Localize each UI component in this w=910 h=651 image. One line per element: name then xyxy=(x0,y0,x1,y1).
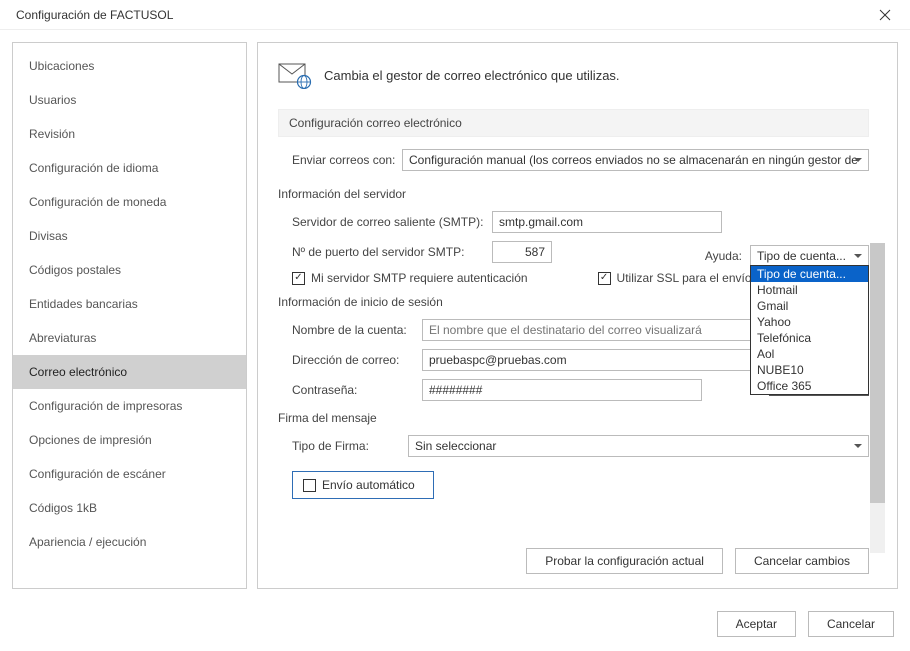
dropdown-option-tipo[interactable]: Tipo de cuenta... xyxy=(751,266,868,282)
sidebar-item-ubicaciones[interactable]: Ubicaciones xyxy=(13,49,246,83)
dropdown-option-yahoo[interactable]: Yahoo xyxy=(751,314,868,330)
ssl-label: Utilizar SSL para el envío de xyxy=(617,271,769,285)
signature-type-value: Sin seleccionar xyxy=(415,439,496,453)
send-with-row: Enviar correos con: Configuración manual… xyxy=(278,149,869,171)
server-info-title: Información del servidor xyxy=(278,187,869,201)
dropdown-option-hotmail[interactable]: Hotmail xyxy=(751,282,868,298)
scrollbar[interactable] xyxy=(870,243,885,553)
send-with-value: Configuración manual (los correos enviad… xyxy=(409,153,858,167)
dropdown-option-telefonica[interactable]: Telefónica xyxy=(751,330,868,346)
sidebar-item-opciones-impresion[interactable]: Opciones de impresión xyxy=(13,423,246,457)
auto-send-box[interactable]: Envío automático xyxy=(292,471,434,499)
main-panel: Cambia el gestor de correo electrónico q… xyxy=(257,42,898,589)
smtp-server-row: Servidor de correo saliente (SMTP): xyxy=(278,211,869,233)
test-config-button[interactable]: Probar la configuración actual xyxy=(526,548,723,574)
signature-title: Firma del mensaje xyxy=(278,411,869,425)
scrollbar-thumb[interactable] xyxy=(870,243,885,503)
sidebar-item-idioma[interactable]: Configuración de idioma xyxy=(13,151,246,185)
smtp-auth-checkbox[interactable] xyxy=(292,272,305,285)
auto-send-checkbox[interactable] xyxy=(303,479,316,492)
sidebar-item-abreviaturas[interactable]: Abreviaturas xyxy=(13,321,246,355)
signature-type-row: Tipo de Firma: Sin seleccionar xyxy=(278,435,869,457)
email-label: Dirección de correo: xyxy=(292,353,422,367)
sidebar-item-correo-electronico[interactable]: Correo electrónico xyxy=(13,355,246,389)
help-area: Ayuda: Tipo de cuenta... xyxy=(705,245,869,267)
window-title: Configuración de FACTUSOL xyxy=(16,8,173,22)
ssl-checkbox[interactable] xyxy=(598,272,611,285)
password-input[interactable] xyxy=(422,379,702,401)
sidebar-item-revision[interactable]: Revisión xyxy=(13,117,246,151)
header-row: Cambia el gestor de correo electrónico q… xyxy=(278,63,869,87)
config-section-header: Configuración correo electrónico xyxy=(278,109,869,137)
signature-type-select[interactable]: Sin seleccionar xyxy=(408,435,869,457)
help-label: Ayuda: xyxy=(705,249,742,263)
sidebar-item-impresoras[interactable]: Configuración de impresoras xyxy=(13,389,246,423)
sidebar-item-usuarios[interactable]: Usuarios xyxy=(13,83,246,117)
smtp-port-label: Nº de puerto del servidor SMTP: xyxy=(292,245,492,259)
sidebar-item-apariencia[interactable]: Apariencia / ejecución xyxy=(13,525,246,559)
close-icon[interactable] xyxy=(870,0,900,30)
signature-type-label: Tipo de Firma: xyxy=(292,439,408,453)
password-label: Contraseña: xyxy=(292,383,422,397)
sidebar-item-entidades-bancarias[interactable]: Entidades bancarias xyxy=(13,287,246,321)
dialog-buttons: Aceptar Cancelar xyxy=(717,611,894,637)
account-name-label: Nombre de la cuenta: xyxy=(292,323,422,337)
accept-button[interactable]: Aceptar xyxy=(717,611,796,637)
account-type-select[interactable]: Tipo de cuenta... xyxy=(750,245,869,267)
dropdown-option-aol[interactable]: Aol xyxy=(751,346,868,362)
dropdown-option-gmail[interactable]: Gmail xyxy=(751,298,868,314)
cancel-button[interactable]: Cancelar xyxy=(808,611,894,637)
send-with-select[interactable]: Configuración manual (los correos enviad… xyxy=(402,149,869,171)
sidebar-item-codigos-1kb[interactable]: Códigos 1kB xyxy=(13,491,246,525)
ssl-checkbox-row[interactable]: Utilizar SSL para el envío de xyxy=(598,271,769,285)
dropdown-option-office365[interactable]: Office 365 xyxy=(751,378,868,394)
page-title: Cambia el gestor de correo electrónico q… xyxy=(324,68,620,83)
main-container: Ubicaciones Usuarios Revisión Configurac… xyxy=(0,30,910,595)
sidebar-item-escaner[interactable]: Configuración de escáner xyxy=(13,457,246,491)
smtp-server-label: Servidor de correo saliente (SMTP): xyxy=(292,215,492,229)
auto-send-label: Envío automático xyxy=(322,478,415,492)
smtp-port-input[interactable] xyxy=(492,241,552,263)
send-with-label: Enviar correos con: xyxy=(292,153,402,167)
smtp-auth-checkbox-row[interactable]: Mi servidor SMTP requiere autenticación xyxy=(292,271,528,285)
sidebar-item-codigos-postales[interactable]: Códigos postales xyxy=(13,253,246,287)
panel-buttons: Probar la configuración actual Cancelar … xyxy=(526,548,869,574)
cancel-changes-button[interactable]: Cancelar cambios xyxy=(735,548,869,574)
account-type-dropdown: Tipo de cuenta... Hotmail Gmail Yahoo Te… xyxy=(750,265,869,395)
mail-globe-icon xyxy=(278,63,310,87)
account-type-value: Tipo de cuenta... xyxy=(757,249,846,263)
titlebar: Configuración de FACTUSOL xyxy=(0,0,910,30)
smtp-auth-label: Mi servidor SMTP requiere autenticación xyxy=(311,271,528,285)
sidebar-item-divisas[interactable]: Divisas xyxy=(13,219,246,253)
sidebar-item-moneda[interactable]: Configuración de moneda xyxy=(13,185,246,219)
sidebar: Ubicaciones Usuarios Revisión Configurac… xyxy=(12,42,247,589)
smtp-server-input[interactable] xyxy=(492,211,722,233)
dropdown-option-nube10[interactable]: NUBE10 xyxy=(751,362,868,378)
